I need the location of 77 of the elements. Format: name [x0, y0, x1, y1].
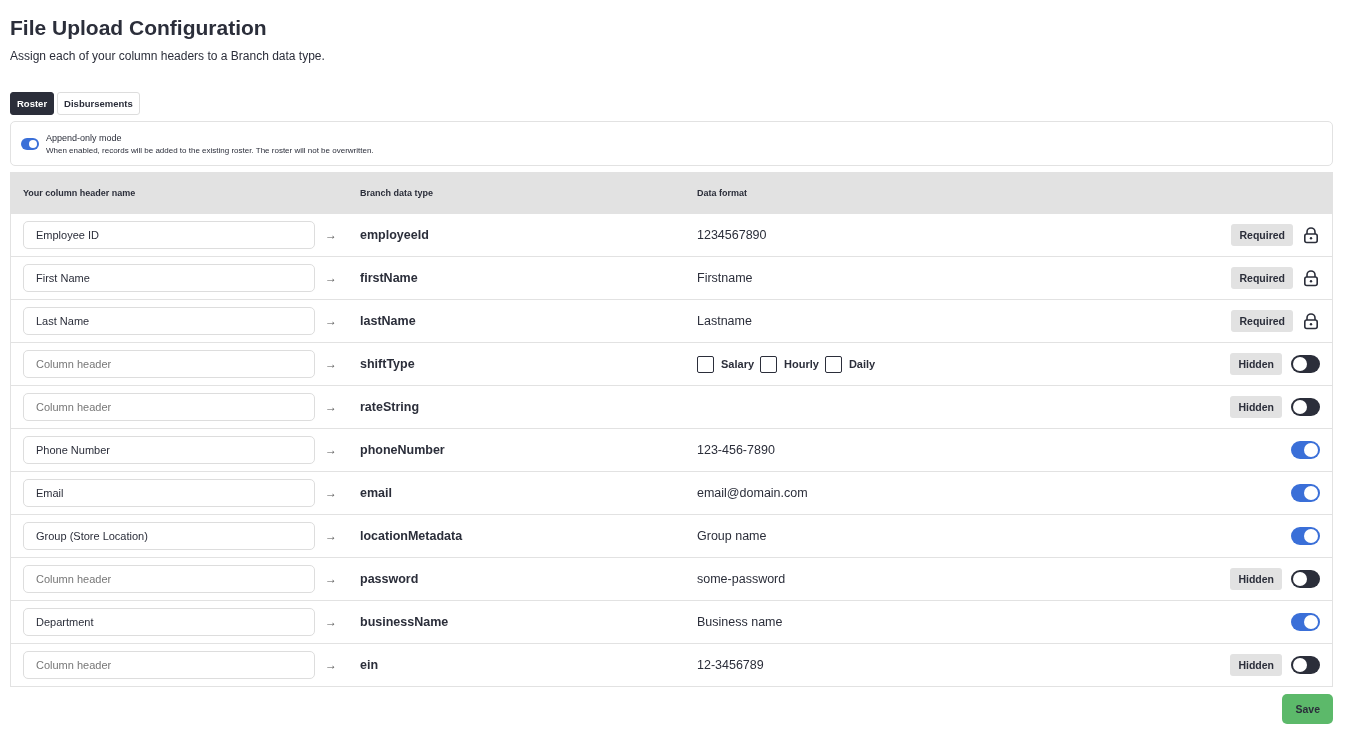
arrow-icon: → [315, 486, 360, 500]
arrow-icon: → [315, 271, 360, 285]
status-badge: Hidden [1230, 353, 1282, 375]
column-heading: Branch data type [360, 188, 435, 198]
status-badge: Required [1231, 310, 1293, 332]
save-button[interactable]: Save [1282, 694, 1333, 724]
column-header-input[interactable]: Email [23, 479, 315, 507]
visibility-toggle[interactable] [1291, 441, 1320, 459]
arrow-icon: → [315, 443, 360, 457]
column-header-input[interactable]: Group (Store Location) [23, 522, 315, 550]
column-header-input[interactable]: Column header [23, 651, 315, 679]
lock-icon [1302, 312, 1320, 330]
data-type-name: phoneNumber [360, 443, 446, 457]
status-badge: Hidden [1230, 568, 1282, 590]
data-type-name: businessName [360, 615, 450, 629]
data-format-example: some-password [697, 572, 786, 586]
column-header-input[interactable]: Column header [23, 350, 315, 378]
arrow-icon: → [315, 228, 360, 242]
status-badge: Hidden [1230, 396, 1282, 418]
visibility-toggle[interactable] [1291, 570, 1320, 588]
column-header-input[interactable]: Last Name [23, 307, 315, 335]
checkbox-label: Salary [721, 358, 755, 370]
arrow-icon: → [315, 658, 360, 672]
column-header-input[interactable]: First Name [23, 264, 315, 292]
column-heading: Your column header name [22, 188, 137, 198]
data-format-example: Lastname [697, 314, 752, 328]
append-mode-toggle[interactable] [21, 138, 39, 150]
arrow-icon: → [315, 529, 360, 543]
data-type-name: email [360, 486, 393, 500]
tab[interactable]: Roster [10, 92, 55, 115]
arrow-icon: → [315, 572, 360, 586]
visibility-toggle[interactable] [1291, 527, 1320, 545]
append-mode-description: When enabled, records will be added to the existing roster. The roster will not be overwritten. [46, 146, 374, 155]
column-header-input[interactable]: Column header [23, 565, 315, 593]
visibility-toggle[interactable] [1291, 355, 1320, 373]
column-header-input[interactable]: Department [23, 608, 315, 636]
data-type-name: ein [360, 658, 380, 672]
column-heading: Data format [697, 188, 748, 198]
checkbox[interactable] [760, 355, 778, 373]
data-format-example: Group name [697, 529, 767, 543]
data-type-name: shiftType [360, 357, 416, 371]
data-type-name: password [360, 572, 420, 586]
visibility-toggle[interactable] [1291, 398, 1320, 416]
arrow-icon: → [315, 615, 360, 629]
data-format-example: 12-3456789 [697, 658, 764, 672]
data-type-name: rateString [360, 400, 421, 414]
append-mode-label: Append-only mode [46, 133, 123, 143]
data-format-example: 123-456-7890 [697, 443, 775, 457]
data-format-example: email@domain.com [697, 486, 808, 500]
checkbox-label: Hourly [784, 358, 819, 370]
column-header-input[interactable]: Column header [23, 393, 315, 421]
page-title: File Upload Configuration [10, 15, 268, 41]
arrow-icon: → [315, 357, 360, 371]
page-subtitle: Assign each of your column headers to a Branch data type. [10, 49, 326, 63]
visibility-toggle[interactable] [1291, 613, 1320, 631]
lock-icon [1302, 269, 1320, 287]
checkbox-label: Daily [848, 358, 876, 370]
data-format-example: 1234567890 [697, 228, 767, 242]
column-header-input[interactable]: Phone Number [23, 436, 315, 464]
data-format-example: Firstname [697, 271, 753, 285]
status-badge: Required [1231, 224, 1293, 246]
data-type-name: locationMetadata [360, 529, 464, 543]
lock-icon [1302, 226, 1320, 244]
visibility-toggle[interactable] [1291, 484, 1320, 502]
checkbox[interactable] [824, 355, 842, 373]
checkbox[interactable] [697, 355, 714, 373]
status-badge: Required [1231, 267, 1293, 289]
data-type-name: employeeId [360, 228, 430, 242]
arrow-icon: → [315, 314, 360, 328]
visibility-toggle[interactable] [1291, 656, 1320, 674]
status-badge: Hidden [1230, 654, 1282, 676]
data-format-example: Business name [697, 615, 783, 629]
data-type-name: firstName [360, 271, 419, 285]
data-type-name: lastName [360, 314, 417, 328]
tab[interactable]: Disbursements [57, 92, 140, 115]
arrow-icon: → [315, 400, 360, 414]
column-header-input[interactable]: Employee ID [23, 221, 315, 249]
